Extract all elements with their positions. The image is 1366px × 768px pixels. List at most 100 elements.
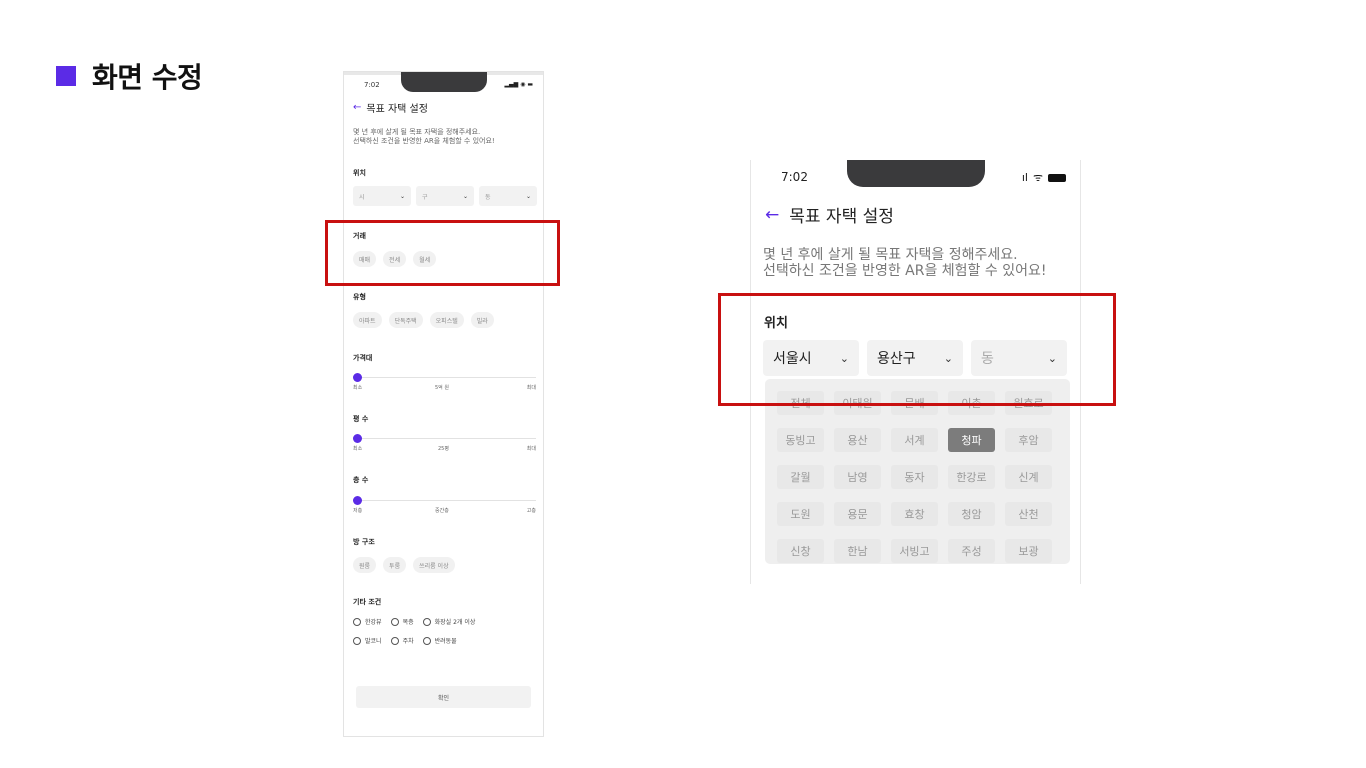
slider-max-label: 고층 (526, 508, 536, 514)
phone-notch (401, 72, 487, 92)
chip-type-officetel[interactable]: 오피스텔 (429, 312, 464, 328)
dong-option[interactable]: 서빙고 (891, 539, 938, 563)
section-label-extra: 기타 조건 (353, 598, 382, 606)
radio-parking[interactable]: 주차 (390, 636, 414, 645)
back-arrow-icon[interactable]: ← (765, 205, 779, 225)
dong-option[interactable]: 주성 (948, 539, 995, 563)
dong-option[interactable]: 신계 (1005, 465, 1052, 489)
chip-room-one[interactable]: 원룸 (353, 557, 377, 573)
radio-label: 복층 (402, 619, 414, 626)
radio-circle-icon (390, 636, 399, 645)
dong-option[interactable]: 갈월 (777, 465, 824, 489)
chevron-down-icon: ⌄ (399, 192, 405, 200)
dong-option[interactable]: 용산 (834, 428, 881, 452)
dong-option[interactable]: 한남 (834, 539, 881, 563)
battery-icon (1048, 173, 1066, 182)
radio-label: 주차 (402, 638, 414, 645)
slider-min-label: 저층 (353, 508, 363, 514)
city-select[interactable]: 시 ⌄ (353, 186, 411, 206)
chip-type-apartment[interactable]: 아파트 (353, 312, 382, 328)
dong-option[interactable]: 효창 (891, 502, 938, 526)
city-select-value: 시 (359, 193, 365, 201)
area-slider[interactable]: 최소 25평 최대 (353, 433, 536, 453)
dong-option[interactable]: 보광 (1005, 539, 1052, 563)
section-label-type: 유형 (353, 293, 366, 301)
radio-label: 한강뷰 (365, 619, 382, 626)
radio-duplex[interactable]: 복층 (390, 617, 414, 626)
slider-track (353, 438, 536, 439)
bullet-square-icon (56, 66, 76, 86)
wifi-icon: ᯤ (1032, 171, 1043, 184)
description-line-2: 선택하신 조건을 반영한 AR을 체험할 수 있어요! (353, 137, 495, 145)
radio-label: 화장실 2개 이상 (434, 619, 476, 626)
page-header: ← 목표 자택 설정 (765, 202, 894, 228)
dong-option[interactable]: 한강로 (948, 465, 995, 489)
dong-option[interactable]: 남영 (834, 465, 881, 489)
price-slider[interactable]: 최소 5억 원 최대 (353, 372, 536, 392)
description-line-1: 몇 년 후에 살게 될 목표 자택을 정해주세요. (763, 247, 1018, 263)
dong-option[interactable]: 산천 (1005, 502, 1052, 526)
radio-label: 반려동물 (434, 638, 457, 645)
status-time: 7:02 (364, 81, 380, 89)
chip-type-house[interactable]: 단독주택 (388, 312, 423, 328)
location-selects: 시 ⌄ 구 ⌄ 동 ⌄ (353, 186, 537, 206)
slide-title: 화면 수정 (56, 56, 203, 96)
district-select[interactable]: 구 ⌄ (416, 186, 474, 206)
slider-mid-label: 5억 원 (435, 385, 449, 391)
dong-option[interactable]: 동빙고 (777, 428, 824, 452)
phone-notch (847, 160, 985, 187)
radio-river-view[interactable]: 한강뷰 (353, 617, 382, 626)
section-label-price: 가격대 (353, 354, 373, 362)
chevron-down-icon: ⌄ (462, 192, 468, 200)
dong-option[interactable]: 용문 (834, 502, 881, 526)
type-chips: 아파트 단독주택 오피스텔 빌라 (353, 312, 494, 328)
radio-pets[interactable]: 반려동물 (422, 636, 457, 645)
chip-room-two[interactable]: 투룸 (383, 557, 407, 573)
dong-option-grid: 전체 이태원 문배 이촌 원효로 동빙고 용산 서계 청파 후암 갈월 남영 동자 한강로 신계 도원 용문 효창… (765, 379, 1070, 564)
radio-circle-icon (422, 636, 431, 645)
dong-option[interactable]: 도원 (777, 502, 824, 526)
dong-option[interactable]: 후암 (1005, 428, 1052, 452)
description-line-1: 몇 년 후에 살게 될 목표 자택을 정해주세요. (353, 128, 481, 136)
highlight-box-trade (325, 220, 560, 286)
slider-track (353, 377, 536, 378)
highlight-box-location (718, 293, 1116, 406)
radio-two-bathrooms[interactable]: 화장실 2개 이상 (422, 617, 476, 626)
dong-option[interactable]: 신창 (777, 539, 824, 563)
dong-select[interactable]: 동 ⌄ (479, 186, 537, 206)
page-title: 목표 자택 설정 (366, 104, 428, 115)
page-header: ← 목표 자택 설정 (353, 100, 428, 115)
slider-mid-label: 25평 (438, 446, 449, 452)
phone-mockup-small: 7:02 ▂▄▆ ◉ ▬ ← 목표 자택 설정 몇 년 후에 살게 될 목표 자… (343, 71, 544, 737)
back-arrow-icon[interactable]: ← (353, 102, 361, 113)
status-icons: ▂▄▆ ◉ ▬ (504, 81, 533, 88)
radio-circle-icon (422, 617, 431, 626)
radio-circle-icon (353, 617, 361, 626)
slider-handle[interactable] (353, 434, 362, 443)
page-description: 몇 년 후에 살게 될 목표 자택을 정해주세요. 선택하신 조건을 반영한 A… (763, 247, 1046, 279)
chevron-down-icon: ⌄ (525, 192, 531, 200)
section-label-location: 위치 (353, 169, 366, 177)
slider-min-label: 최소 (353, 446, 363, 452)
slider-handle[interactable] (353, 496, 362, 505)
dong-option[interactable]: 동자 (891, 465, 938, 489)
status-time: 7:02 (781, 170, 808, 184)
page-description: 몇 년 후에 살게 될 목표 자택을 정해주세요. 선택하신 조건을 반영한 A… (353, 128, 495, 146)
dong-option[interactable]: 서계 (891, 428, 938, 452)
radio-balcony[interactable]: 발코니 (353, 636, 382, 645)
slider-handle[interactable] (353, 373, 362, 382)
dong-option[interactable]: 청파 (948, 428, 995, 452)
section-label-floor: 층 수 (353, 476, 369, 484)
dong-option[interactable]: 청암 (948, 502, 995, 526)
chip-type-villa[interactable]: 빌라 (470, 312, 494, 328)
slider-max-label: 최대 (526, 446, 536, 452)
floor-slider[interactable]: 저층 중간층 고층 (353, 495, 536, 515)
chip-room-three-plus[interactable]: 쓰리룸 이상 (413, 557, 455, 573)
description-line-2: 선택하신 조건을 반영한 AR을 체험할 수 있어요! (763, 263, 1047, 279)
room-chips: 원룸 투룸 쓰리룸 이상 (353, 557, 455, 573)
radio-circle-icon (390, 617, 399, 626)
section-label-area: 평 수 (353, 415, 369, 423)
confirm-button[interactable]: 확인 (356, 686, 531, 708)
slider-mid-label: 중간층 (435, 508, 449, 514)
radio-circle-icon (353, 636, 361, 645)
